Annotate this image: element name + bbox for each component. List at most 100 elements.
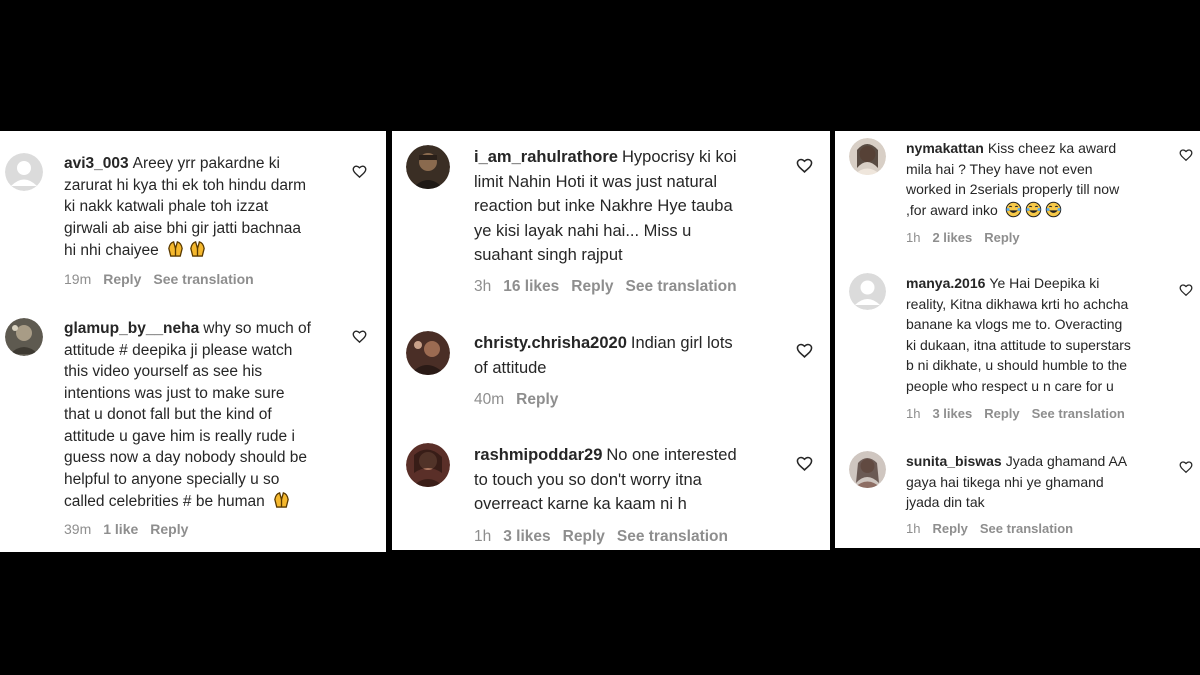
- comment-text: reaction but inke Nakhre Hye tauba: [474, 197, 733, 215]
- timestamp: 1h: [906, 230, 921, 245]
- comment-text: people who respect u n care for u: [906, 377, 1114, 394]
- comment-text: limit Nahin Hoti it was just natural: [474, 172, 718, 191]
- comment-text: intentions was just to make sure: [64, 384, 285, 402]
- comment-text: b ni dikhate, u should humble to the: [906, 357, 1128, 373]
- see-translation-button[interactable]: See translation: [980, 521, 1073, 536]
- comment-text: banane ka vlogs me to. Overacting: [906, 316, 1123, 332]
- reply-button[interactable]: Reply: [932, 521, 967, 536]
- comment-text: mila hai ? They have not even: [906, 160, 1093, 177]
- comment-meta: 1h Reply See translation: [906, 521, 1085, 536]
- comment-text: called celebrities # be human: [64, 493, 265, 510]
- comment-meta: 39m 1 like Reply: [64, 521, 200, 537]
- see-translation-button[interactable]: See translation: [153, 271, 253, 287]
- reply-button[interactable]: Reply: [984, 406, 1019, 421]
- see-translation-button[interactable]: See translation: [1032, 406, 1125, 421]
- comment-text: Jyada ghamand AA: [1005, 453, 1128, 469]
- comment-text: overreact karne ka kaam ni h: [474, 495, 687, 513]
- comments-panel-right: nymakattan Kiss cheez ka award mila hai ?…: [835, 131, 1200, 548]
- avatar-rashmipoddar[interactable]: [406, 443, 450, 487]
- comment-body: sunita_biswas Jyada ghamand AA gaya hai t…: [906, 451, 1186, 513]
- avatar-default[interactable]: [5, 153, 43, 191]
- timestamp: 3h: [474, 278, 492, 295]
- comment-meta: 19m Reply See translation: [64, 271, 266, 287]
- reply-button[interactable]: Reply: [516, 391, 558, 408]
- reply-button[interactable]: Reply: [984, 230, 1019, 245]
- reply-button[interactable]: Reply: [150, 521, 188, 537]
- comment-text: hi nhi chaiyee: [64, 242, 159, 259]
- likes-count[interactable]: 3 likes: [932, 406, 972, 421]
- username-link[interactable]: christy.chrisha2020: [474, 334, 627, 352]
- username-link[interactable]: avi3_003: [64, 155, 129, 172]
- comment-text: to touch you so don't worry itna: [474, 470, 702, 489]
- comment-text: Hypocrisy ki koi: [621, 148, 737, 166]
- comment-text: girwali ab aise bhi gir jatti bachnaa: [64, 219, 301, 237]
- reply-button[interactable]: Reply: [571, 278, 613, 295]
- comment-text: Kiss cheez ka award: [987, 140, 1117, 156]
- comment-body: manya.2016 Ye Hai Deepika ki reality, Kit…: [906, 273, 1191, 396]
- comment-text: zarurat hi kya thi ek toh hindu darm: [64, 176, 307, 194]
- comment-body: christy.chrisha2020 Indian girl lots of a…: [474, 331, 794, 380]
- avatar-christy[interactable]: [406, 331, 450, 375]
- comment-body: nymakattan Kiss cheez ka award mila hai ?…: [906, 138, 1186, 223]
- comment-text: ki dukaan, itna attitude to superstars: [906, 336, 1131, 353]
- timestamp: 1h: [906, 406, 921, 421]
- comment-meta: 3h 16 likes Reply See translation: [474, 278, 749, 296]
- comment-body: avi3_003 Areey yrr pakardne ki zarurat hi…: [64, 153, 344, 265]
- comment-body: rashmipoddar29 No one interested to touch…: [474, 443, 794, 517]
- avatar-rahulrathore[interactable]: [406, 145, 450, 189]
- avatar-nymakattan[interactable]: [849, 138, 886, 175]
- like-heart-icon[interactable]: [1179, 283, 1193, 297]
- avatar-sunita[interactable]: [849, 451, 886, 488]
- timestamp: 40m: [474, 391, 505, 408]
- username-link[interactable]: rashmipoddar29: [474, 446, 602, 464]
- comment-text: No one interested: [606, 446, 737, 464]
- praying-hands-emoji: [272, 490, 291, 516]
- username-link[interactable]: nymakattan: [906, 140, 984, 156]
- comment-text: suahant singh rajput: [474, 246, 623, 264]
- comment-text: Indian girl lots: [630, 334, 733, 352]
- like-heart-icon[interactable]: [1179, 148, 1193, 162]
- comments-panel-middle: i_am_rahulrathore Hypocrisy ki koi limit …: [392, 131, 830, 550]
- praying-hands-emoji: [188, 239, 207, 265]
- comment-text: jyada din tak: [906, 494, 985, 510]
- likes-count[interactable]: 16 likes: [503, 278, 559, 295]
- comment-text: guess now a day nobody should be: [64, 449, 308, 466]
- avatar-glamup[interactable]: [5, 318, 43, 356]
- comment-text: attitude u gave him is really rude i: [64, 427, 295, 445]
- username-link[interactable]: i_am_rahulrathore: [474, 148, 618, 166]
- comment-text: Areey yrr pakardne ki: [132, 155, 280, 172]
- comment-meta: 1h 3 likes Reply See translation: [474, 528, 740, 546]
- comment-text: ki nakk katwali phale toh izzat: [64, 198, 269, 215]
- comment-text: reality, Kitna dikhawa krti ho achcha: [906, 295, 1129, 312]
- see-translation-button[interactable]: See translation: [626, 278, 737, 295]
- comments-panel-left: avi3_003 Areey yrr pakardne ki zarurat hi…: [0, 131, 386, 552]
- likes-count[interactable]: 1 like: [103, 521, 138, 537]
- likes-count[interactable]: 2 likes: [932, 230, 972, 245]
- comment-body: glamup_by__neha why so much of attitude #…: [64, 318, 354, 516]
- comment-text: ye kisi layak nahi hai... Miss u: [474, 221, 692, 240]
- like-heart-icon[interactable]: [796, 455, 813, 472]
- comment-meta: 1h 3 likes Reply See translation: [906, 406, 1137, 421]
- like-heart-icon[interactable]: [352, 329, 367, 344]
- username-link[interactable]: glamup_by__neha: [64, 320, 199, 337]
- comment-body: i_am_rahulrathore Hypocrisy ki koi limit …: [474, 145, 794, 268]
- like-heart-icon[interactable]: [1179, 460, 1193, 474]
- username-link[interactable]: sunita_biswas: [906, 453, 1002, 469]
- tears-of-joy-emoji: [1025, 201, 1042, 224]
- username-link[interactable]: manya.2016: [906, 275, 985, 291]
- reply-button[interactable]: Reply: [103, 271, 141, 287]
- avatar-default[interactable]: [849, 273, 886, 310]
- comment-text: worked in 2serials properly till now: [906, 181, 1120, 197]
- comment-text: why so much of: [203, 320, 311, 337]
- reply-button[interactable]: Reply: [563, 528, 605, 545]
- like-heart-icon[interactable]: [796, 342, 813, 359]
- timestamp: 39m: [64, 521, 92, 537]
- comment-text: ,for award inko: [906, 201, 998, 218]
- comment-meta: 1h 2 likes Reply: [906, 230, 1032, 245]
- likes-count[interactable]: 3 likes: [503, 528, 550, 545]
- comment-text: this video yourself as see his: [64, 363, 263, 380]
- timestamp: 1h: [906, 521, 921, 536]
- see-translation-button[interactable]: See translation: [617, 528, 728, 545]
- like-heart-icon[interactable]: [796, 157, 813, 174]
- like-heart-icon[interactable]: [352, 164, 367, 179]
